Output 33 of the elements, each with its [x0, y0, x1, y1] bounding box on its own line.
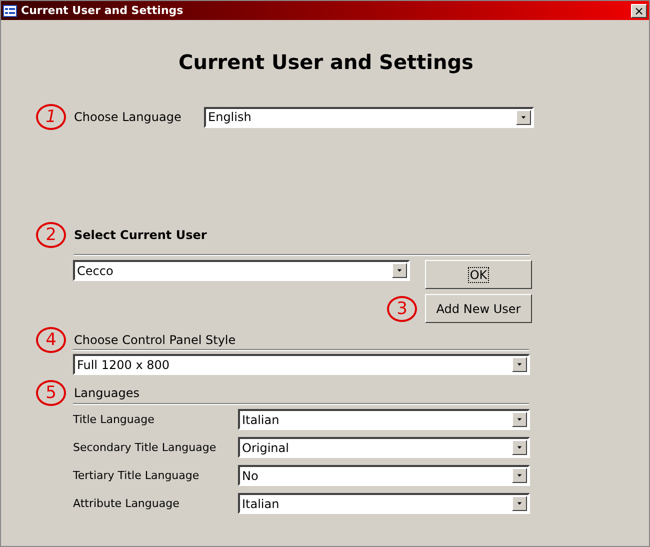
- ok-button[interactable]: OK: [425, 260, 532, 289]
- form-heading: Current User and Settings: [178, 50, 474, 74]
- callout-number: 1: [36, 104, 66, 130]
- callout-number: 4: [36, 327, 66, 353]
- dropdown-field[interactable]: Original: [238, 437, 530, 458]
- callout-number: 3: [387, 296, 417, 322]
- caret-icon: [512, 357, 527, 372]
- dropdown-field[interactable]: English: [204, 106, 534, 128]
- caret-icon: [392, 263, 407, 278]
- field-label: Choose Language: [74, 110, 182, 124]
- caret-icon: [512, 440, 527, 455]
- window-title: Current User and Settings: [21, 4, 184, 17]
- caret-icon: [516, 110, 531, 124]
- callout-number: 5: [36, 380, 66, 406]
- section-label: Languages: [74, 386, 140, 400]
- field-label: Tertiary Title Language: [73, 469, 200, 482]
- dropdown-field[interactable]: Full 1200 x 800: [73, 354, 530, 375]
- caret-icon: [512, 412, 527, 427]
- close-button[interactable]: ×: [631, 4, 647, 18]
- field-label: Title Language: [73, 413, 156, 426]
- section-label: Select Current User: [74, 228, 207, 242]
- caret-icon: [512, 496, 527, 511]
- field-label: Attribute Language: [73, 497, 180, 510]
- dropdown-field[interactable]: Cecco: [73, 260, 410, 281]
- window-icon: [3, 4, 17, 16]
- callout-number: 2: [36, 222, 66, 248]
- dropdown-field[interactable]: Italian: [238, 493, 530, 514]
- dropdown-field[interactable]: Italian: [238, 409, 530, 430]
- add-user-button[interactable]: Add New User: [425, 294, 532, 323]
- field-label: Secondary Title Language: [73, 441, 218, 454]
- section-label: Choose Control Panel Style: [74, 333, 236, 347]
- caret-icon: [512, 468, 527, 483]
- dropdown-field[interactable]: No: [238, 465, 530, 486]
